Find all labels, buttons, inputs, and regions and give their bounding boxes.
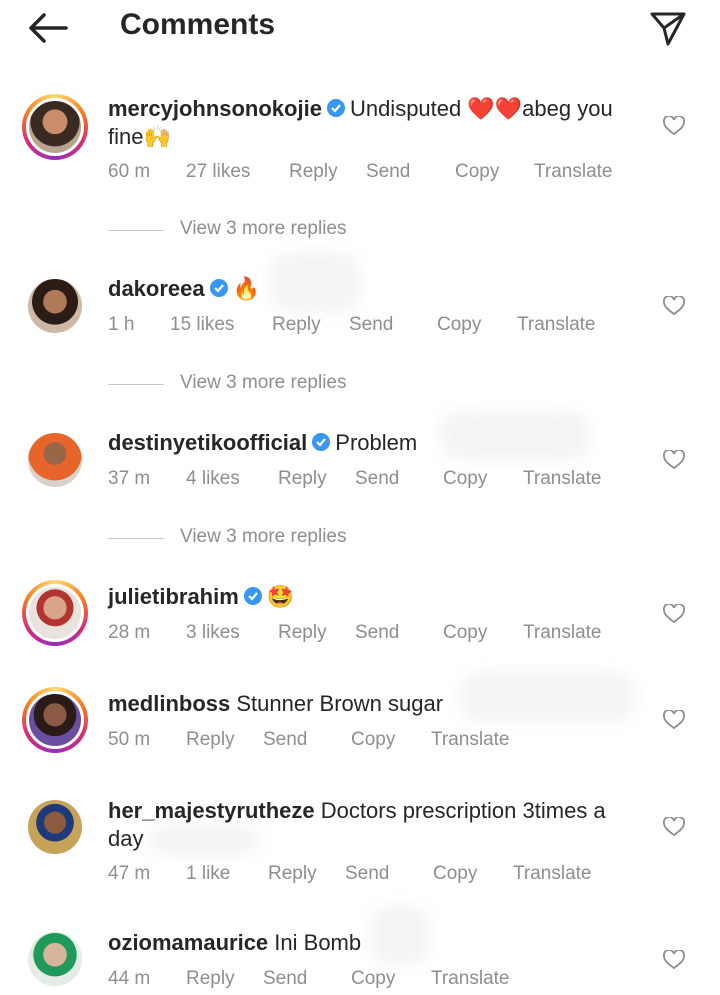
heart-outline-icon[interactable] <box>663 817 685 837</box>
comment-username[interactable]: mercyjohnsonokojie <box>108 96 322 121</box>
likes-count[interactable]: 3 likes <box>186 622 240 644</box>
reply-button[interactable]: Reply <box>278 622 327 644</box>
send-button[interactable]: Send <box>345 863 389 885</box>
translate-button[interactable]: Translate <box>431 968 510 990</box>
translate-button[interactable]: Translate <box>513 863 592 885</box>
comment-text: 🔥 <box>232 276 261 301</box>
heart-outline-icon[interactable] <box>663 950 685 970</box>
reply-button[interactable]: Reply <box>268 863 317 885</box>
comment-username[interactable]: her_majestyrutheze <box>108 798 315 823</box>
comment-time: 47 m <box>108 863 151 884</box>
comment-username[interactable]: julietibrahim <box>108 584 239 609</box>
view-replies-button[interactable]: View 3 more replies <box>108 218 508 242</box>
likes-count[interactable]: 4 likes <box>186 468 240 490</box>
copy-button[interactable]: Copy <box>351 729 395 751</box>
send-button[interactable]: Send <box>366 161 410 183</box>
send-button[interactable]: Send <box>349 314 393 336</box>
copy-button[interactable]: Copy <box>443 468 487 490</box>
avatar[interactable] <box>22 94 88 160</box>
send-button[interactable]: Send <box>263 968 307 990</box>
send-button[interactable]: Send <box>263 729 307 751</box>
comment-time: 44 m <box>108 968 151 989</box>
copy-button[interactable]: Copy <box>437 314 481 336</box>
avatar[interactable] <box>22 687 88 753</box>
likes-count[interactable]: 27 likes <box>186 161 250 183</box>
comment-text: 🤩 <box>266 584 295 609</box>
header-bar: Comments <box>0 0 720 60</box>
avatar[interactable] <box>22 580 88 646</box>
verified-badge-icon <box>312 433 331 451</box>
verified-badge-icon <box>326 99 345 117</box>
comment-text: Problem <box>335 430 418 455</box>
comment-text: Stunner Brown sugar <box>236 691 444 716</box>
heart-outline-icon[interactable] <box>663 710 685 730</box>
translate-button[interactable]: Translate <box>517 314 596 336</box>
reply-button[interactable]: Reply <box>278 468 327 490</box>
verified-badge-icon <box>209 279 228 297</box>
reply-button[interactable]: Reply <box>186 968 235 990</box>
comment-text: Ini Bomb <box>274 930 362 955</box>
translate-button[interactable]: Translate <box>534 161 613 183</box>
comment-time: 1 h <box>108 314 135 335</box>
translate-button[interactable]: Translate <box>431 729 510 751</box>
comment-username[interactable]: medlinboss <box>108 691 230 716</box>
comment-username[interactable]: oziomamaurice <box>108 930 268 955</box>
heart-outline-icon[interactable] <box>663 296 685 316</box>
copy-button[interactable]: Copy <box>455 161 499 183</box>
copy-button[interactable]: Copy <box>443 622 487 644</box>
heart-outline-icon[interactable] <box>663 116 685 136</box>
likes-count[interactable]: 1 like <box>186 863 230 885</box>
view-replies-button[interactable]: View 3 more replies <box>108 372 508 396</box>
comment-time: 60 m <box>108 161 151 182</box>
comment-username[interactable]: dakoreea <box>108 276 205 301</box>
comment-username[interactable]: destinyetikoofficial <box>108 430 307 455</box>
reply-button[interactable]: Reply <box>186 729 235 751</box>
send-button[interactable]: Send <box>355 622 399 644</box>
back-arrow-icon[interactable] <box>26 10 70 46</box>
translate-button[interactable]: Translate <box>523 468 602 490</box>
send-button[interactable]: Send <box>355 468 399 490</box>
heart-outline-icon[interactable] <box>663 450 685 470</box>
page-title: Comments <box>120 8 276 41</box>
heart-outline-icon[interactable] <box>663 604 685 624</box>
likes-count[interactable]: 15 likes <box>170 314 234 336</box>
copy-button[interactable]: Copy <box>351 968 395 990</box>
view-replies-button[interactable]: View 3 more replies <box>108 526 508 550</box>
avatar[interactable] <box>22 926 88 992</box>
translate-button[interactable]: Translate <box>523 622 602 644</box>
comment-time: 50 m <box>108 729 151 750</box>
reply-button[interactable]: Reply <box>272 314 321 336</box>
comment-time: 37 m <box>108 468 151 489</box>
comment-time: 28 m <box>108 622 151 643</box>
copy-button[interactable]: Copy <box>433 863 477 885</box>
avatar[interactable] <box>22 427 88 493</box>
verified-badge-icon <box>243 587 262 605</box>
avatar[interactable] <box>22 794 88 860</box>
reply-button[interactable]: Reply <box>289 161 338 183</box>
avatar[interactable] <box>22 273 88 339</box>
paper-plane-icon[interactable] <box>648 8 688 48</box>
